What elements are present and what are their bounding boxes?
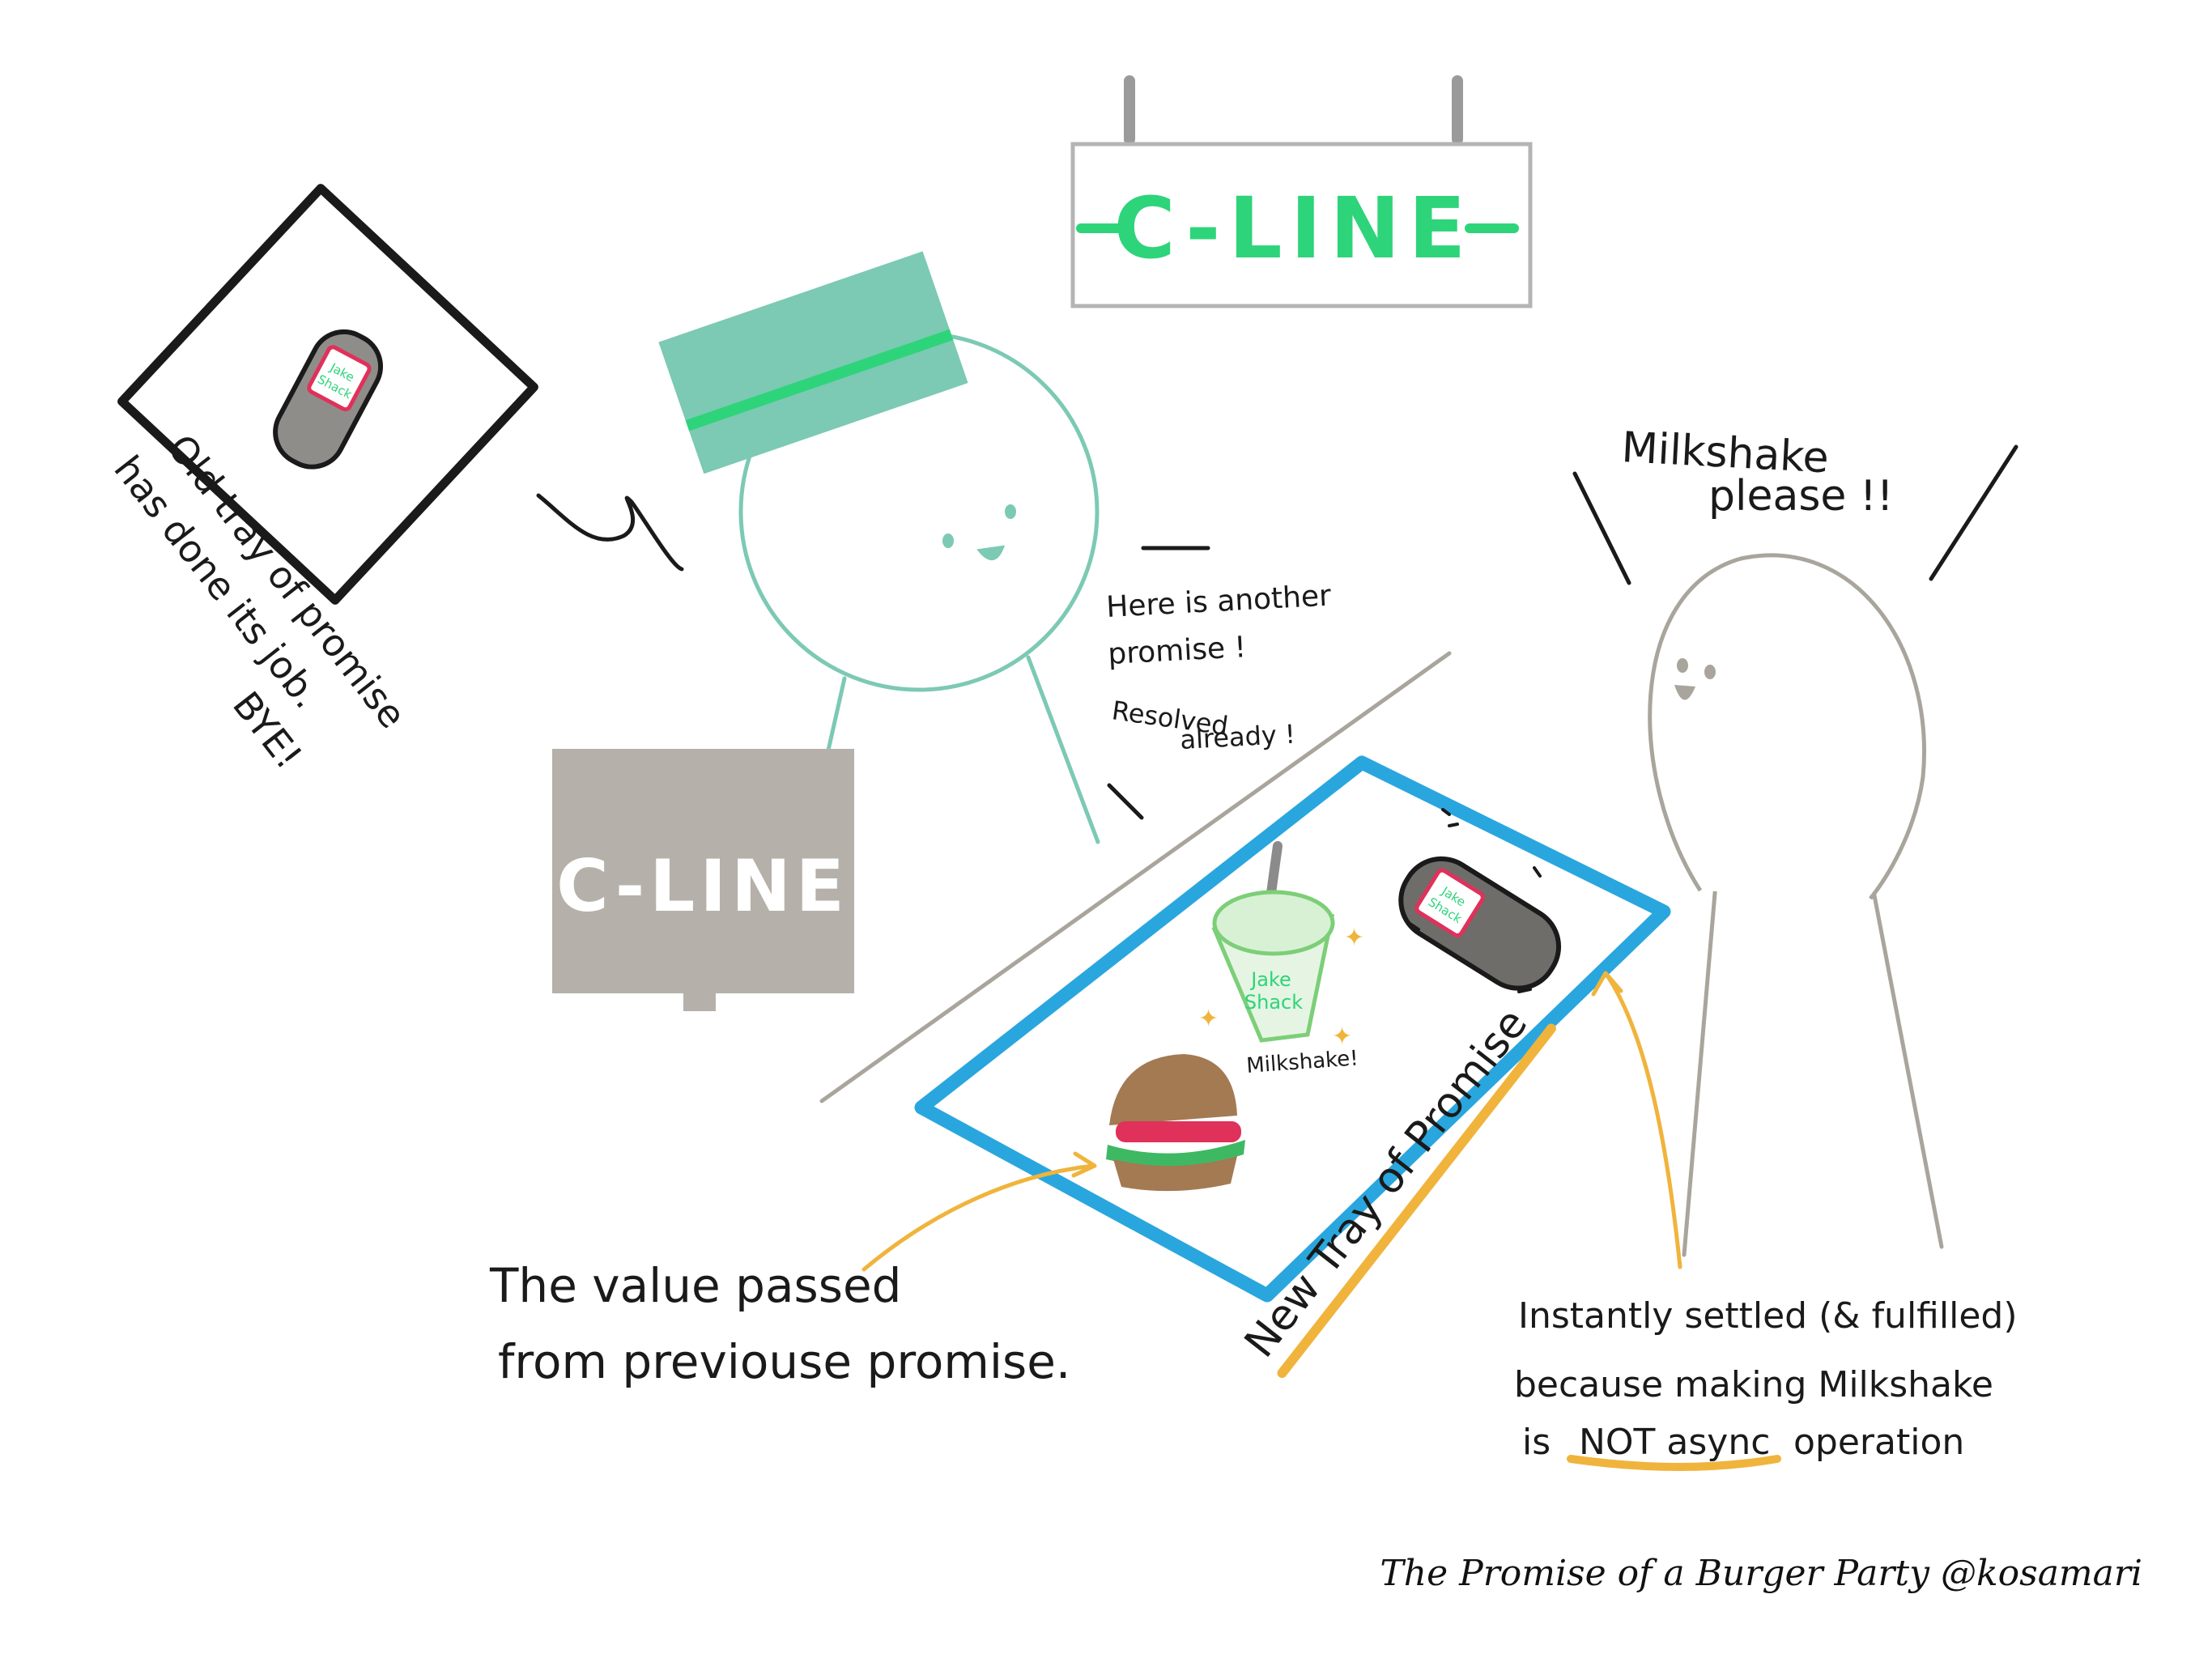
staff-speech: Here is another promise ! Resolved alrea…: [1105, 579, 1332, 755]
value-note-line-1: The value passed: [489, 1258, 901, 1313]
settled-note-line-3-prefix: is: [1522, 1422, 1551, 1463]
register-sign-text: C-LINE: [556, 844, 849, 928]
customer-eye-right: [1704, 665, 1716, 679]
sparkle-2: ✦: [1198, 1005, 1219, 1033]
illustration-scene: C-LINE Jake Shack Old tray of promise ha…: [105, 75, 2018, 1471]
staff-eye-left: [942, 534, 954, 548]
sparkle-1: ✦: [1344, 924, 1364, 952]
customer-speech-line-2: please !!: [1708, 472, 1894, 521]
staff-eye-right: [1005, 504, 1016, 519]
settled-note-highlight: NOT async: [1579, 1422, 1770, 1463]
staff-speech-line-4: already !: [1179, 719, 1295, 755]
settled-arrow: [1605, 973, 1682, 1269]
caption: The Promise of a Burger Party @kosamari: [1380, 1553, 2142, 1594]
customer-speech: Milkshake please !!: [1620, 423, 1893, 521]
settled-note: Instantly settled (& fulfilled) because …: [1514, 1295, 2018, 1471]
staff-speech-line-2: promise !: [1107, 631, 1247, 671]
hanging-sign: C-LINE: [1070, 75, 1533, 308]
settled-note-line-3-suffix: operation: [1793, 1422, 1964, 1463]
settled-note-line-2: because making Milkshake: [1514, 1364, 1993, 1405]
cup-brand-2: Shack: [1244, 991, 1303, 1014]
value-note-line-2: from previouse promise.: [498, 1334, 1070, 1389]
customer-body: [1648, 553, 1926, 900]
value-note: The value passed from previouse promise.: [489, 1258, 1070, 1389]
customer-eye-left: [1677, 658, 1688, 673]
settled-note-line-1: Instantly settled (& fulfilled): [1518, 1295, 2018, 1337]
register-sign: C-LINE: [552, 749, 854, 1011]
motion-swoosh: [536, 493, 684, 572]
cup-brand-1: Jake: [1249, 968, 1291, 991]
staff-speech-line-1: Here is another: [1105, 579, 1332, 623]
hanging-sign-text: C-LINE: [1114, 179, 1474, 278]
customer-figure: [1648, 553, 1944, 1257]
